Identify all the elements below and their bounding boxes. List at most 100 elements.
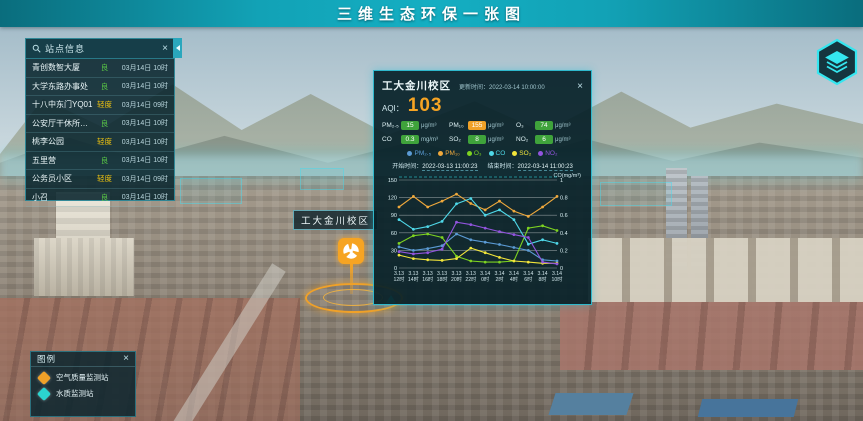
pollutant-stat: CO0.3mg/m³	[382, 135, 449, 144]
legend-item[interactable]: CO	[489, 150, 506, 157]
station-row[interactable]: 十八中东门YQ01轻度03月14日 09时	[26, 96, 174, 115]
station-panel-title: 站点信息	[45, 42, 162, 55]
close-icon[interactable]: ×	[123, 354, 129, 364]
svg-text:30: 30	[391, 248, 397, 254]
legend-item[interactable]: PM₁₀	[438, 150, 460, 157]
svg-text:3.144时: 3.144时	[509, 271, 519, 283]
pinwheel-icon	[341, 241, 361, 261]
station-row[interactable]: 五里营良03月14日 10时	[26, 152, 174, 171]
pollutant-value-badge: 74	[535, 121, 553, 130]
station-aqi-level: 轻度	[93, 136, 116, 147]
end-time-value[interactable]: 2022-03-14 11:00:23	[518, 164, 573, 171]
legend-panel-title: 图例	[37, 353, 123, 365]
legend-item[interactable]: O₃	[467, 150, 482, 157]
station-row[interactable]: 青创数智大厦良03月14日 10时	[26, 59, 174, 78]
building-slab-row	[588, 238, 863, 302]
pollutant-unit: mg/m³	[421, 137, 438, 143]
pollutant-unit: μg/m³	[555, 123, 570, 129]
popup-header: 工大金川校区 更新时间：2022-03-14 10:00:00 ×	[374, 71, 591, 95]
pollutant-stat: SO₂8μg/m³	[449, 135, 516, 144]
legend-entry: 空气质量监测站	[31, 367, 135, 383]
legend-panel-header: 图例 ×	[31, 352, 135, 367]
pollutant-name: NO₂	[516, 136, 535, 143]
panel-collapse-tab[interactable]	[173, 38, 182, 58]
station-panel-header: 站点信息 ×	[26, 39, 174, 59]
svg-text:3.1322时: 3.1322时	[465, 271, 476, 283]
station-aqi-level: 良	[93, 155, 116, 166]
svg-text:3.146时: 3.146时	[523, 271, 533, 283]
start-time: 开始时间：2022-03-13 11:00:23	[392, 161, 477, 170]
legend-dot	[512, 151, 517, 156]
wireframe-overlay	[600, 182, 672, 206]
legend-dot	[538, 151, 543, 156]
svg-text:3.142时: 3.142时	[494, 271, 504, 283]
station-aqi-level: 轻度	[93, 99, 116, 110]
start-time-value[interactable]: 2022-03-13 11:00:23	[422, 164, 477, 171]
legend-dot	[489, 151, 494, 156]
svg-text:150: 150	[388, 178, 397, 184]
pollutant-grid: PM₂.₅15μg/m³PM₁₀155μg/m³O₃74μg/m³CO0.3mg…	[374, 117, 591, 146]
station-update-time: 03月14日 09时	[116, 100, 168, 110]
legend-label: SO₂	[519, 150, 531, 157]
svg-text:CO(mg/m³): CO(mg/m³)	[554, 173, 582, 179]
station-update-time: 03月14日 10时	[116, 63, 168, 73]
station-update-time: 03月14日 10时	[116, 155, 168, 165]
station-name: 公务员小区	[32, 173, 93, 184]
legend-item[interactable]: PM₂.₅	[407, 150, 431, 157]
svg-text:3.1318时: 3.1318时	[437, 271, 448, 283]
station-list-panel: 站点信息 × 青创数智大厦良03月14日 10时大学东路办事处良03月14日 1…	[25, 38, 175, 201]
station-row[interactable]: 桃李公园轻度03月14日 10时	[26, 133, 174, 152]
update-time-label: 更新时间：	[459, 85, 489, 91]
svg-text:3.1312时: 3.1312时	[394, 271, 405, 283]
legend-label: NO₂	[545, 150, 557, 157]
map-marker-label[interactable]: 工大金川校区	[293, 210, 378, 230]
svg-text:3.1316时: 3.1316时	[422, 271, 433, 283]
pollutant-value-badge: 0.3	[401, 135, 419, 144]
legend-label: PM₁₀	[445, 150, 460, 157]
station-name: 十八中东门YQ01	[32, 99, 93, 110]
building-red-rows-right	[560, 300, 863, 370]
legend-dot	[467, 151, 472, 156]
aqi-row: AQI： 103	[374, 95, 591, 117]
station-type-icon	[37, 386, 51, 400]
layers-hexagon-button[interactable]	[815, 38, 859, 86]
station-aqi-level: 良	[93, 81, 116, 92]
aqi-value: 103	[408, 95, 443, 117]
pollutant-unit: μg/m³	[488, 123, 503, 129]
pollutant-unit: μg/m³	[488, 137, 503, 143]
station-name: 桃李公园	[32, 136, 93, 147]
legend-entry-label: 空气质量监测站	[56, 372, 109, 383]
station-row[interactable]: 公安厅干休所门口良03月14日 10时	[26, 115, 174, 134]
app-header: 三维生态环保一张图	[0, 0, 863, 27]
station-aqi-level: 良	[93, 62, 116, 73]
station-marker-icon[interactable]	[338, 238, 364, 264]
legend-rows: 空气质量监测站水质监测站	[31, 367, 135, 399]
close-icon[interactable]: ×	[162, 44, 168, 54]
station-name: 小召	[32, 192, 93, 203]
pollutant-value-badge: 8	[468, 135, 486, 144]
page-title: 三维生态环保一张图	[337, 3, 526, 24]
pollutant-name: SO₂	[449, 136, 468, 143]
station-rows: 青创数智大厦良03月14日 10时大学东路办事处良03月14日 10时十八中东门…	[26, 59, 174, 207]
close-icon[interactable]: ×	[577, 82, 583, 92]
pollutant-unit: μg/m³	[555, 137, 570, 143]
wireframe-overlay	[300, 168, 344, 190]
station-row[interactable]: 大学东路办事处良03月14日 10时	[26, 78, 174, 97]
svg-text:0.2: 0.2	[560, 248, 568, 254]
legend-label: PM₂.₅	[414, 150, 431, 157]
pollutant-name: CO	[382, 136, 401, 143]
pollutant-name: O₃	[516, 122, 535, 129]
pollutant-name: PM₁₀	[449, 122, 468, 129]
legend-entry-label: 水质监测站	[56, 388, 94, 399]
station-row[interactable]: 小召良03月14日 10时	[26, 189, 174, 208]
search-icon	[32, 44, 41, 53]
svg-text:3.1410时: 3.1410时	[552, 271, 563, 283]
station-detail-popup: 工大金川校区 更新时间：2022-03-14 10:00:00 × AQI： 1…	[373, 70, 592, 305]
legend-dot	[407, 151, 412, 156]
legend-item[interactable]: NO₂	[538, 150, 557, 157]
update-time: 更新时间：2022-03-14 10:00:00	[459, 82, 577, 91]
legend-item[interactable]: SO₂	[512, 150, 531, 157]
svg-text:0.4: 0.4	[560, 231, 568, 237]
station-row[interactable]: 公务员小区轻度03月14日 09时	[26, 170, 174, 189]
svg-text:120: 120	[388, 196, 397, 202]
